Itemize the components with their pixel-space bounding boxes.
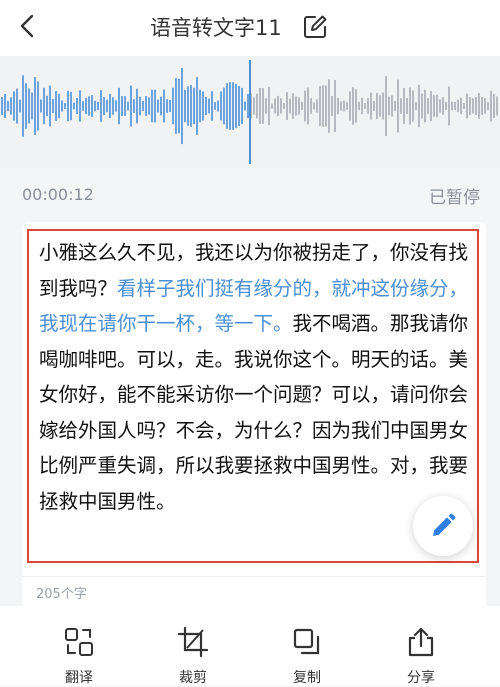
playback-status: 已暂停 <box>429 188 480 208</box>
crop-icon <box>177 626 209 658</box>
waveform[interactable] <box>0 56 500 168</box>
top-bar: 语音转文字11 <box>0 0 500 56</box>
share-label: 分享 <box>407 670 435 686</box>
edit-icon[interactable] <box>302 14 328 40</box>
playback-time: 00:00:12 <box>22 185 94 204</box>
crop-label: 裁剪 <box>179 670 207 686</box>
translate-icon <box>65 628 93 656</box>
transcript-text[interactable]: 小雅这么久不见，我还以为你被拐走了，你没有找到我吗？看样子我们挺有缘分的，就冲这… <box>39 235 471 519</box>
transcript-part-2: 我不喝酒。那我请你喝咖啡吧。可以，走。我说你这个。明天的话。美女你好，能不能采访… <box>39 312 469 513</box>
translate-button[interactable]: 翻译 <box>29 606 129 686</box>
copy-label: 复制 <box>293 670 321 686</box>
page-title: 语音转文字11 <box>150 16 282 40</box>
pencil-icon <box>433 513 456 536</box>
transcript-card: 小雅这么久不见，我还以为你被拐走了，你没有找到我吗？看样子我们挺有缘分的，就冲这… <box>22 222 486 669</box>
share-icon <box>408 627 434 657</box>
translate-label: 翻译 <box>65 670 93 686</box>
crop-button[interactable]: 裁剪 <box>143 606 243 686</box>
back-icon[interactable] <box>14 12 42 40</box>
edit-fab[interactable] <box>413 496 473 556</box>
char-count: 205个字 <box>36 587 87 602</box>
title-group: 语音转文字11 <box>150 12 328 42</box>
divider <box>22 576 486 577</box>
bottom-toolbar: 翻译 裁剪 复制 分享 <box>0 606 500 686</box>
transcript-box[interactable]: 小雅这么久不见，我还以为你被拐走了，你没有找到我吗？看样子我们挺有缘分的，就冲这… <box>27 229 479 563</box>
share-button[interactable]: 分享 <box>371 606 471 686</box>
copy-button[interactable]: 复制 <box>257 606 357 686</box>
playback-info: 00:00:12 已暂停 <box>0 168 500 220</box>
waveform-graph <box>1 60 498 164</box>
copy-icon <box>293 628 320 655</box>
